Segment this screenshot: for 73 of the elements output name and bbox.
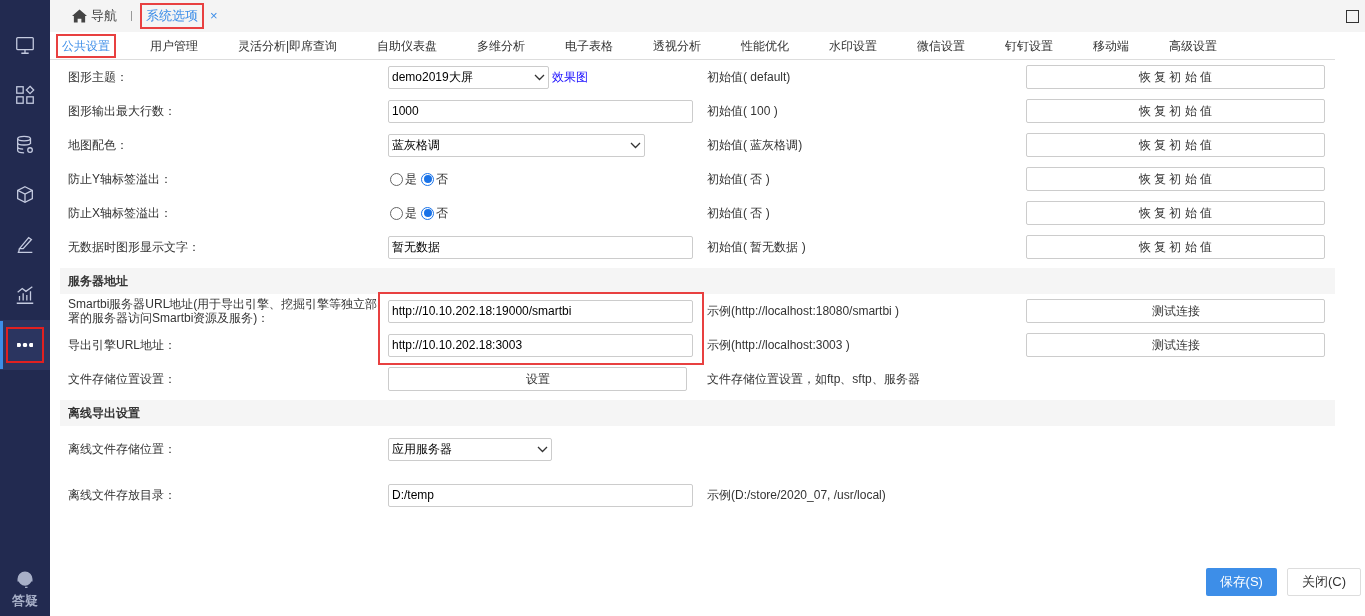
settings-tab[interactable]: 水印设置 <box>823 33 884 58</box>
hint-text: 文件存储位置设置，如ftp、sftp、服务器 <box>706 371 921 388</box>
hint-text: 示例(D:/store/2020_07, /usr/local) <box>706 487 887 504</box>
restore-default-button[interactable]: 恢 复 初 始 值 <box>1026 99 1325 123</box>
settings-tab[interactable]: 性能优化 <box>735 33 796 58</box>
radio-label: 是 <box>405 205 417 222</box>
hint-text: 示例(http://localhost:3003 ) <box>706 337 851 354</box>
dropdown[interactable]: 蓝灰格调 <box>388 133 645 157</box>
restore-default-button[interactable]: 恢 复 初 始 值 <box>1026 133 1325 157</box>
settings-tab[interactable]: 移动端 <box>1087 33 1136 58</box>
text-field[interactable]: 暂无数据 <box>388 235 693 259</box>
field-label: Smartbi服务器URL地址(用于导出引擎、挖掘引擎等独立部署的服务器访问Smartbi资源及服务)： <box>67 297 379 325</box>
restore-default-button[interactable]: 恢 复 初 始 值 <box>1026 235 1325 259</box>
hint-text: 初始值( 否 ) <box>706 205 771 222</box>
database-gear-icon <box>14 134 36 156</box>
hint-text: 初始值( 暂无数据 ) <box>706 239 807 256</box>
hint-text: 初始值( 否 ) <box>706 171 771 188</box>
maximize-icon[interactable] <box>1346 9 1359 23</box>
field-label: 防止Y轴标签溢出： <box>67 172 173 186</box>
settings-tab[interactable]: 电子表格 <box>559 33 620 58</box>
field-label: 离线文件存放目录： <box>67 488 177 502</box>
hint-text: 初始值( 蓝灰格调) <box>706 137 804 154</box>
field-label: 图形输出最大行数： <box>67 104 177 118</box>
chevron-down-icon <box>537 445 548 453</box>
restore-default-button[interactable]: 恢 复 初 始 值 <box>1026 167 1325 191</box>
settings-tab[interactable]: 高级设置 <box>1163 33 1224 58</box>
text-field[interactable]: 1000 <box>388 99 693 123</box>
chevron-down-icon <box>630 141 641 149</box>
hint-text: 初始值( default) <box>706 69 792 86</box>
dropdown[interactable]: 应用服务器 <box>388 437 552 461</box>
field-label: 地图配色： <box>67 138 129 152</box>
settings-tab[interactable]: 多维分析 <box>471 33 532 58</box>
settings-tab[interactable]: 微信设置 <box>911 33 972 58</box>
dropdown[interactable]: demo2019大屏 <box>388 65 549 89</box>
monitor-icon <box>14 34 36 56</box>
field-label: 文件存储位置设置： <box>67 372 177 386</box>
settings-button[interactable]: 设置 <box>388 367 687 391</box>
text-field[interactable]: http://10.10.202.18:19000/smartbi <box>388 299 693 323</box>
restore-default-button[interactable]: 恢 复 初 始 值 <box>1026 201 1325 225</box>
sidebar-item[interactable] <box>0 320 50 370</box>
settings-tab[interactable]: 公共设置 <box>56 33 116 58</box>
restore-default-button[interactable]: 测试连接 <box>1026 333 1325 357</box>
theme-preview-link[interactable]: 效果图 <box>552 68 588 86</box>
text-field[interactable]: http://10.10.202.18:3003 <box>388 333 693 357</box>
hint-text: 示例(http://localhost:18080/smartbi ) <box>706 303 901 320</box>
radio-label: 是 <box>405 171 417 188</box>
restore-default-button[interactable]: 测试连接 <box>1026 299 1325 323</box>
cubes-icon <box>14 184 36 206</box>
section-header: 服务器地址 <box>60 268 1335 294</box>
section-header: 离线导出设置 <box>60 400 1335 426</box>
top-tab[interactable]: 导航 <box>66 3 123 29</box>
field-label: 图形主题： <box>67 70 129 84</box>
apps-grid-icon <box>14 84 36 106</box>
radio-label: 否 <box>436 205 448 222</box>
field-label: 导出引擎URL地址： <box>67 338 177 352</box>
radio-label: 否 <box>436 171 448 188</box>
field-label: 离线文件存储位置： <box>67 442 177 456</box>
settings-tab[interactable]: 钉钉设置 <box>999 33 1060 58</box>
help-label[interactable]: 答疑 <box>12 590 38 610</box>
restore-default-button[interactable]: 恢 复 初 始 值 <box>1026 65 1325 89</box>
hint-text: 初始值( 100 ) <box>706 103 779 120</box>
close-button[interactable]: 关闭(C) <box>1286 568 1361 596</box>
text-field[interactable]: D:/temp <box>388 483 693 507</box>
more-icon <box>17 343 33 347</box>
settings-tab[interactable]: 自助仪表盘 <box>371 33 444 58</box>
bar-chart-icon <box>14 284 36 306</box>
settings-tab[interactable]: 灵活分析|即席查询 <box>232 33 344 58</box>
field-label: 防止X轴标签溢出： <box>67 206 173 220</box>
settings-tab[interactable]: 透视分析 <box>647 33 708 58</box>
chevron-down-icon <box>534 73 545 81</box>
home-icon <box>72 9 87 23</box>
settings-tab[interactable]: 用户管理 <box>144 33 204 58</box>
field-label: 无数据时图形显示文字： <box>67 240 201 254</box>
